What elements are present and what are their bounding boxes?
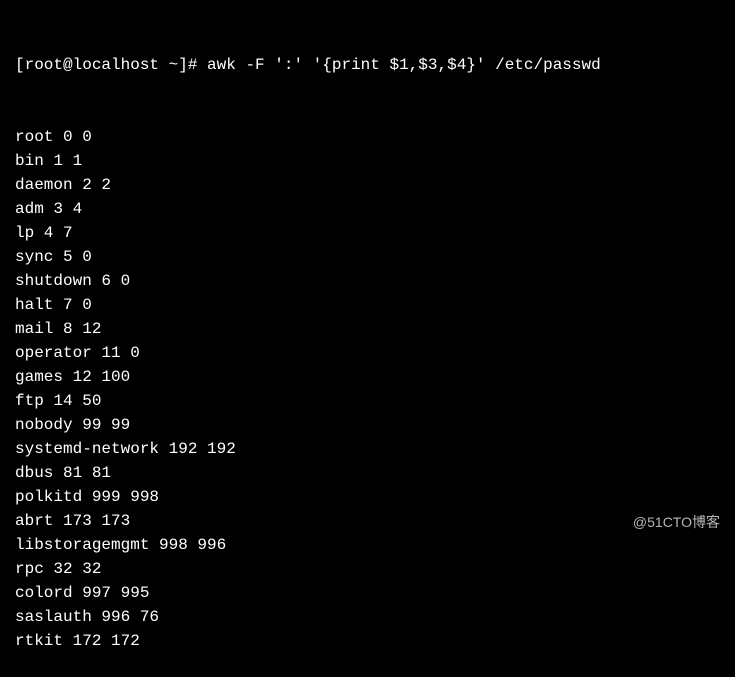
output-line: ftp 14 50 (15, 389, 720, 413)
output-line: abrt 173 173 (15, 509, 720, 533)
output-line: halt 7 0 (15, 293, 720, 317)
output-line: mail 8 12 (15, 317, 720, 341)
prompt-prefix: [root@localhost ~]# (15, 56, 197, 74)
output-line: root 0 0 (15, 125, 720, 149)
output-line: rtkit 172 172 (15, 629, 720, 653)
command-output: root 0 0bin 1 1daemon 2 2adm 3 4lp 4 7sy… (15, 125, 720, 653)
output-line: nobody 99 99 (15, 413, 720, 437)
command-prompt-line: [root@localhost ~]# awk -F ':' '{print $… (15, 53, 720, 77)
output-line: adm 3 4 (15, 197, 720, 221)
output-line: polkitd 999 998 (15, 485, 720, 509)
output-line: dbus 81 81 (15, 461, 720, 485)
output-line: bin 1 1 (15, 149, 720, 173)
output-line: colord 997 995 (15, 581, 720, 605)
output-line: daemon 2 2 (15, 173, 720, 197)
output-line: libstoragemgmt 998 996 (15, 533, 720, 557)
command-text: awk -F ':' '{print $1,$3,$4}' /etc/passw… (207, 56, 601, 74)
output-line: operator 11 0 (15, 341, 720, 365)
output-line: rpc 32 32 (15, 557, 720, 581)
output-line: lp 4 7 (15, 221, 720, 245)
output-line: saslauth 996 76 (15, 605, 720, 629)
output-line: sync 5 0 (15, 245, 720, 269)
output-line: shutdown 6 0 (15, 269, 720, 293)
output-line: systemd-network 192 192 (15, 437, 720, 461)
terminal-window[interactable]: [root@localhost ~]# awk -F ':' '{print $… (15, 5, 720, 677)
watermark-text: @51CTO博客 (633, 512, 720, 533)
output-line: games 12 100 (15, 365, 720, 389)
